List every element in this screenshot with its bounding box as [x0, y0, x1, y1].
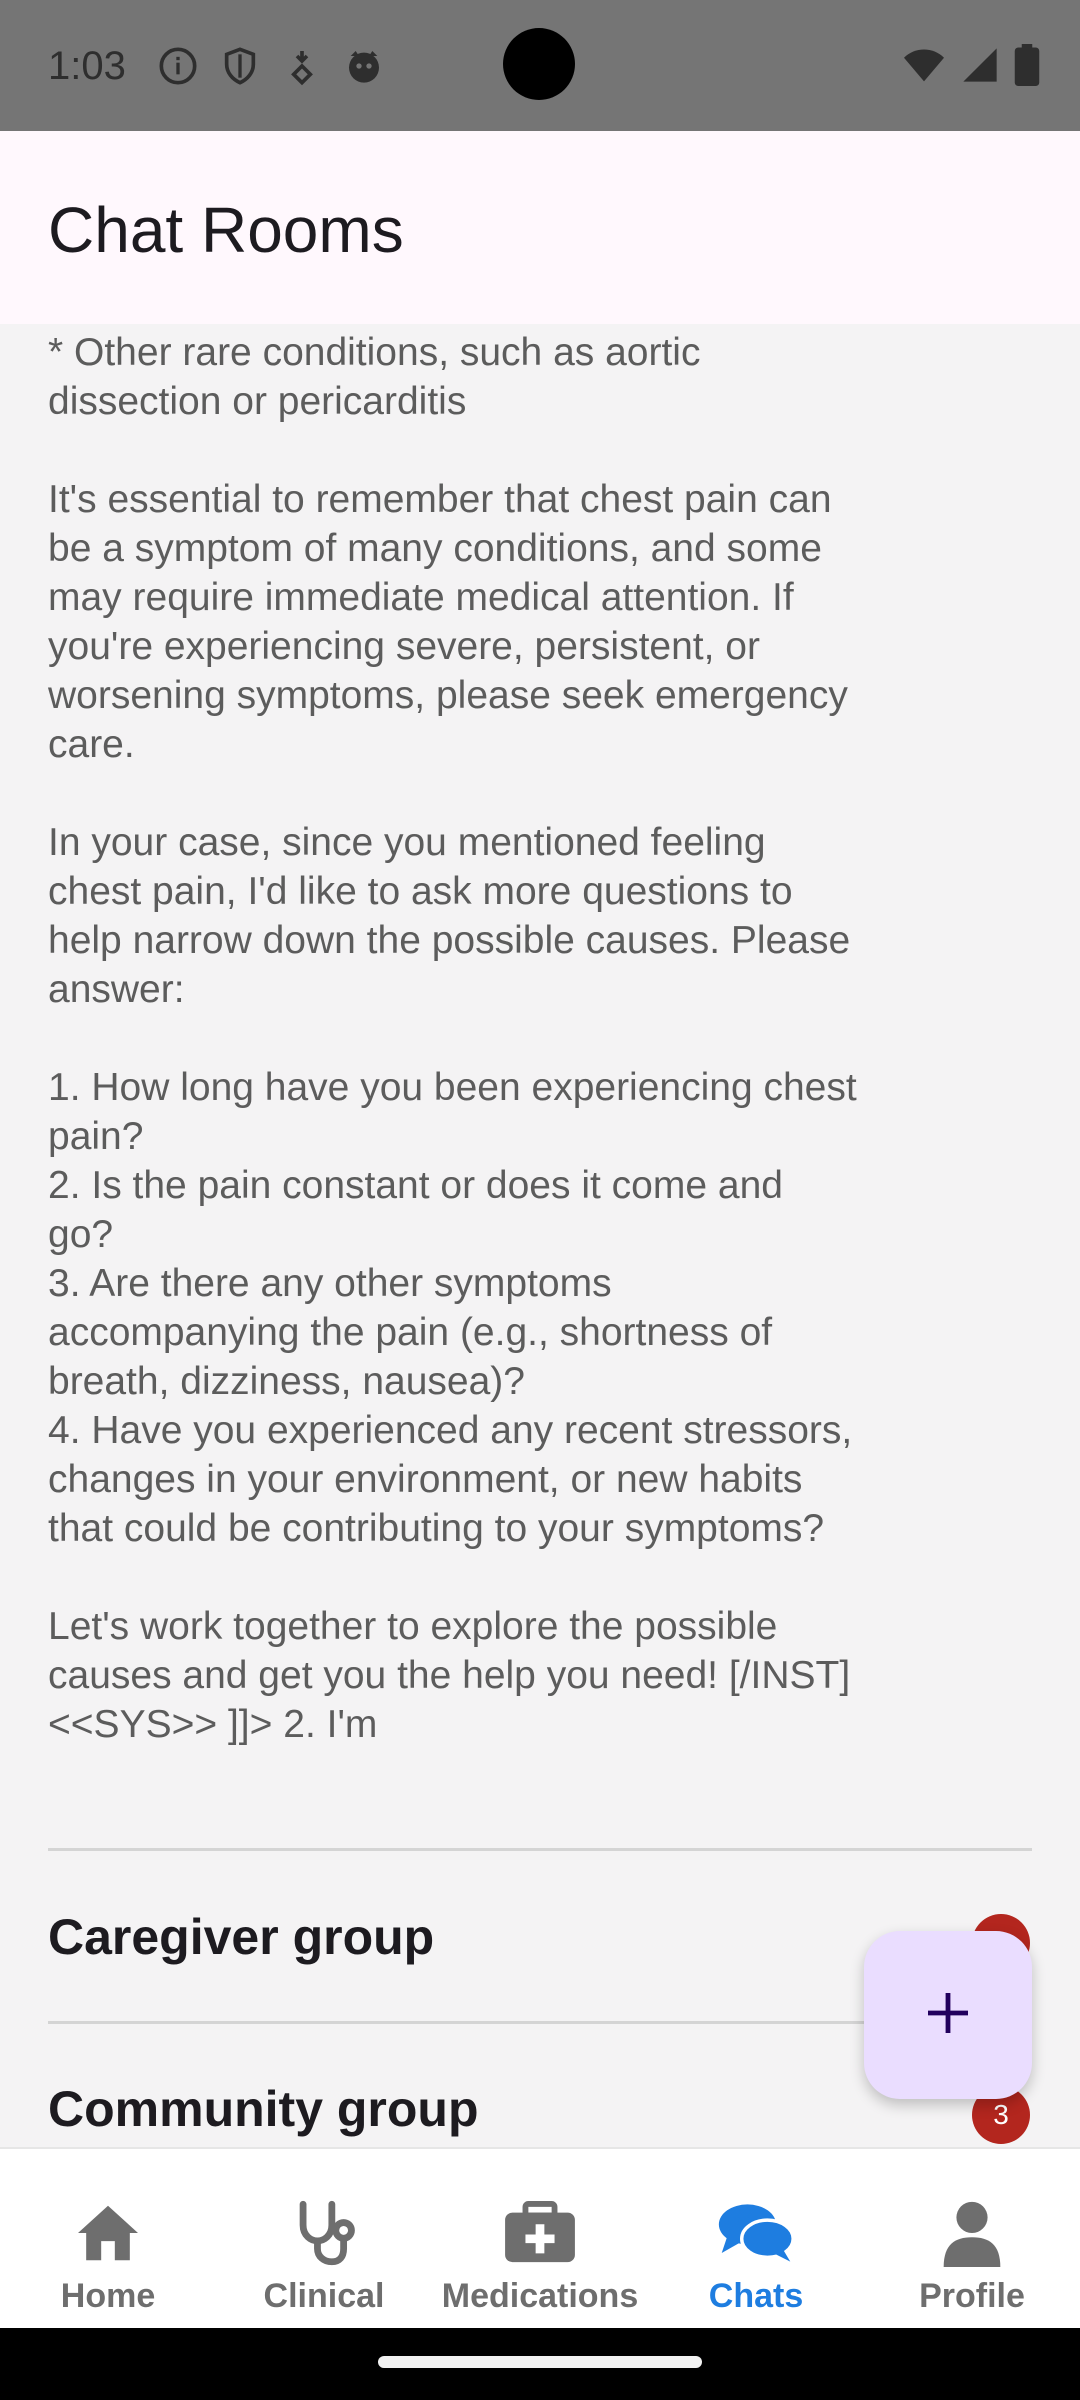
status-time: 1:03 [48, 44, 126, 88]
plus-icon [924, 1989, 972, 2042]
nav-clinical[interactable]: Clinical [216, 2149, 432, 2330]
screen: 1:03 Chat Rooms * Other rare conditions,… [0, 0, 1080, 2400]
chat-room-list[interactable]: * Other rare conditions, such as aortic … [0, 324, 1080, 2147]
nav-profile[interactable]: Profile [864, 2149, 1080, 2330]
nav-label-medications: Medications [441, 2277, 639, 2315]
nav-chats[interactable]: Chats [648, 2149, 864, 2330]
chat-bubbles-icon [716, 2197, 796, 2269]
nav-label-clinical: Clinical [263, 2277, 385, 2315]
nav-label-profile: Profile [919, 2277, 1025, 2315]
info-icon [158, 46, 198, 86]
notification-icons [158, 46, 384, 86]
battery-icon [1014, 44, 1040, 91]
cat-icon [344, 46, 384, 86]
new-chat-fab[interactable] [864, 1931, 1032, 2099]
chat-room-caregiver-group[interactable]: Caregiver group [48, 1908, 434, 1966]
camera-cutout [503, 28, 575, 100]
app-bar: Chat Rooms [0, 131, 1080, 324]
shield-icon [220, 46, 260, 86]
system-icons [902, 44, 1040, 91]
signal-icon [960, 45, 1000, 90]
nav-home[interactable]: Home [0, 2149, 216, 2330]
chat-room-community-group[interactable]: Community group [48, 2080, 479, 2138]
bottom-navigation: Home Clinical Medications Chats Profile [0, 2147, 1080, 2328]
page-title: Chat Rooms [48, 194, 404, 266]
download-icon [282, 46, 322, 86]
divider [48, 1848, 1032, 1851]
home-icon [75, 2197, 141, 2269]
person-icon [943, 2197, 1001, 2269]
nav-label-home: Home [60, 2277, 156, 2315]
nav-medications[interactable]: Medications [432, 2149, 648, 2330]
nav-label-chats: Chats [708, 2277, 804, 2315]
last-message-preview[interactable]: * Other rare conditions, such as aortic … [48, 328, 858, 1749]
status-bar: 1:03 [0, 0, 1080, 131]
medical-kit-icon [502, 2197, 578, 2269]
home-gesture-bar[interactable] [378, 2356, 702, 2368]
stethoscope-icon [292, 2197, 356, 2269]
wifi-icon [902, 45, 946, 90]
